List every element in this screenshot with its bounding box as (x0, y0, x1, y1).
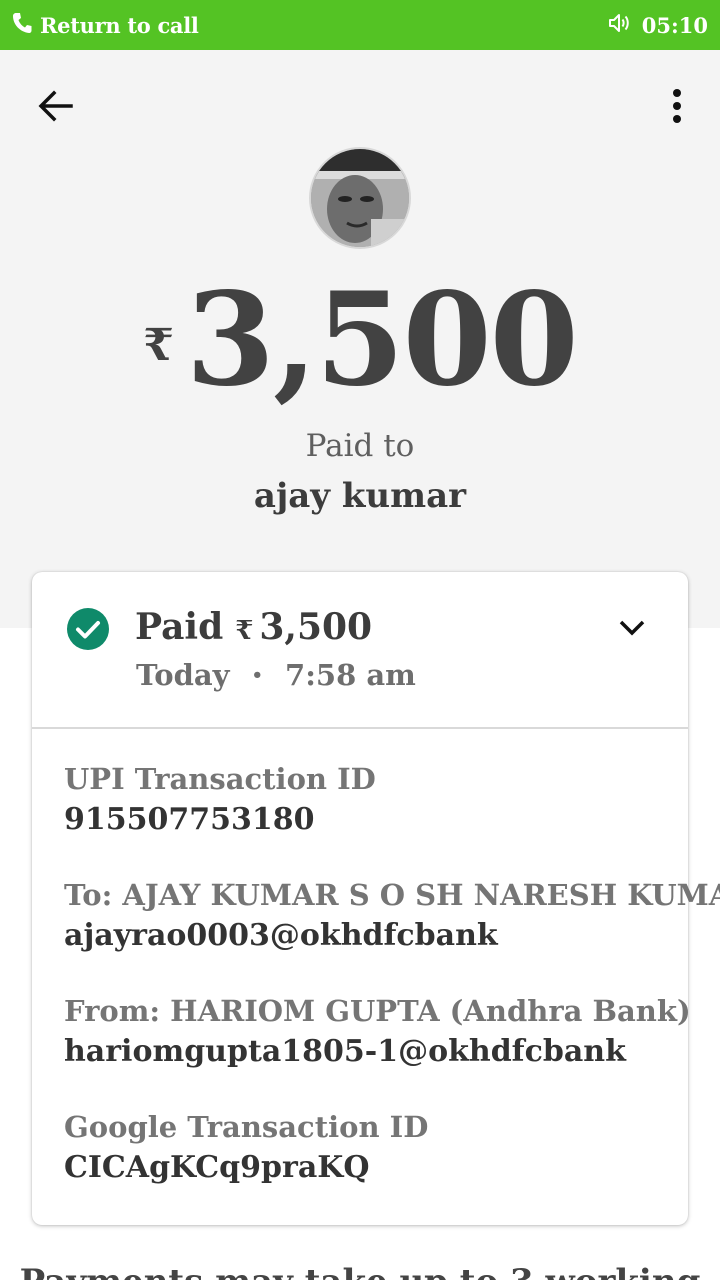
paid-status-label: Paid (135, 606, 224, 648)
detail-label: UPI Transaction ID (64, 762, 376, 796)
divider (32, 727, 688, 729)
transaction-datetime: Today • 7:58 am (136, 658, 416, 692)
transaction-time: 7:58 am (285, 658, 416, 692)
detail-value: 915507753180 (64, 802, 315, 837)
more-options-button[interactable] (662, 86, 692, 126)
amount-display: ₹ 3,500 (0, 270, 720, 410)
detail-label: Google Transaction ID (64, 1110, 429, 1144)
detail-value: ajayrao0003@okhdfcbank (64, 918, 498, 953)
detail-to: To: AJAY KUMAR S O SH NARESH KUMAR ajayr… (64, 878, 720, 953)
detail-from: From: HARIOM GUPTA (Andhra Bank) hariomg… (64, 994, 691, 1069)
clock: 05:10 (641, 12, 708, 38)
transaction-summary[interactable]: Paid ₹ 3,500 Today • 7:58 am (32, 572, 688, 727)
return-to-call[interactable]: Return to call (12, 12, 199, 38)
check-circle-icon (67, 608, 109, 650)
transaction-date: Today (136, 658, 230, 692)
detail-value: hariomgupta1805-1@okhdfcbank (64, 1034, 626, 1069)
paid-status-symbol: ₹ (235, 616, 254, 646)
paid-to-label: Paid to (305, 428, 415, 464)
avatar (309, 147, 411, 249)
amount-value: 3,500 (185, 265, 579, 415)
chevron-down-icon[interactable] (616, 616, 648, 640)
arrow-left-icon (38, 90, 73, 122)
paid-status: Paid ₹ 3,500 (135, 606, 372, 648)
more-vert-icon (673, 89, 681, 123)
status-bar: Return to call 05:10 (0, 0, 720, 50)
paid-status-amount: 3,500 (259, 606, 373, 648)
detail-value: CICAgKCq9praKQ (64, 1150, 370, 1185)
payee-name: ajay kumar (253, 476, 467, 516)
transaction-card: Paid ₹ 3,500 Today • 7:58 am UPI Transac… (32, 572, 720, 1225)
detail-google-transaction-id: Google Transaction ID CICAgKCq9praKQ (64, 1110, 664, 1185)
detail-upi-transaction-id: UPI Transaction ID 915507753180 (64, 762, 664, 837)
phone-icon (12, 12, 32, 38)
currency-symbol: ₹ (143, 320, 174, 371)
back-button[interactable] (36, 86, 76, 126)
detail-label: To: AJAY KUMAR S O SH NARESH KUMAR (64, 878, 720, 912)
separator-dot: • (251, 664, 264, 686)
speaker-icon (608, 12, 632, 38)
detail-label: From: HARIOM GUPTA (Andhra Bank) (64, 994, 691, 1028)
footer-note: Payments may take up to 3 working (0, 1262, 720, 1280)
return-to-call-label: Return to call (40, 12, 199, 38)
status-right: 05:10 (608, 12, 708, 38)
